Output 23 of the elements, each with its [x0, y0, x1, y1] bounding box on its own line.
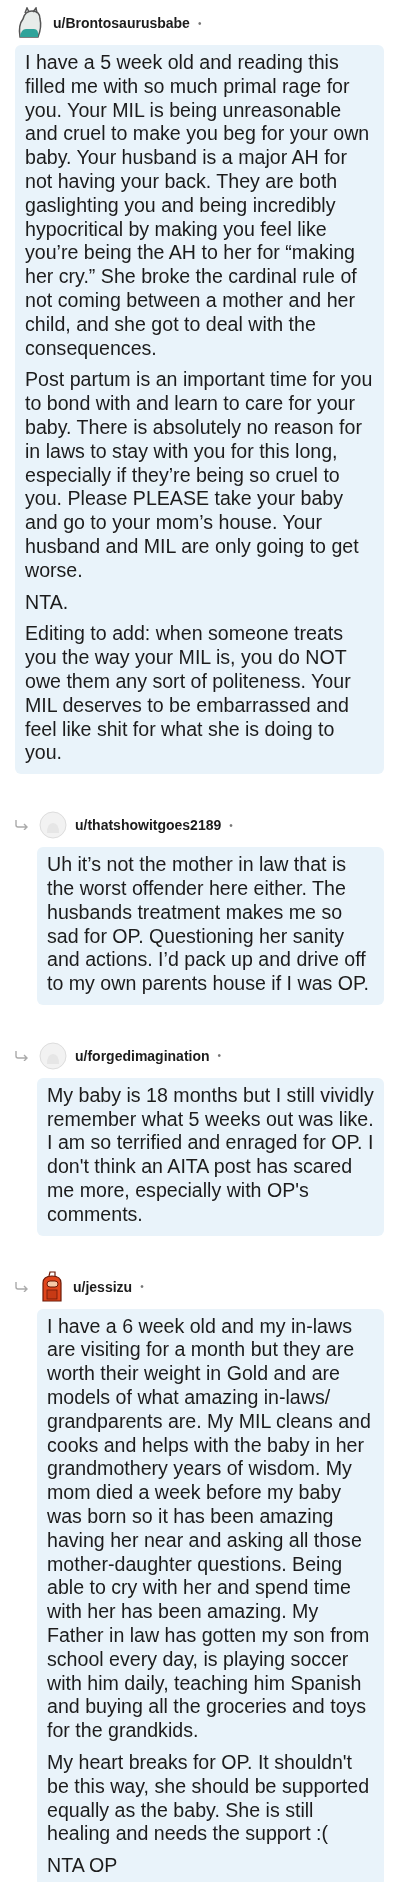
- comment-text: Post partum is an important time for you to bond with and learn to care for your baby. There is absolutely no reason for in laws to stay with you for this long, especially if they’re being so cruel to you. Please PLEASE take your baby and go to your mom’s house. Your husband and MIL are only going to get worse.: [25, 368, 374, 583]
- comment-text: Uh it’s not the mother in law that is the worst offender here either. The husbands treatment makes me so sad for OP. Questioning her sanity and actions. I’d pack up and drive off to my own parents house if I was OP.: [47, 853, 370, 996]
- separator-dot: •: [217, 1050, 222, 1062]
- separator-dot: •: [197, 17, 202, 29]
- comment-text: NTA.: [25, 590, 70, 615]
- username-link[interactable]: u/Brontosaurusbabe: [53, 15, 190, 31]
- comment-text: My baby is 18 months but I still vividly remember what 5 weeks out was like. I am so terrified and enraged for OP. I don't think an AITA post has scared me more, especially with OP's comments.: [47, 1083, 374, 1227]
- username-link[interactable]: u/thatshowitgoes2189: [75, 817, 222, 834]
- avatar-icon: [39, 1270, 65, 1303]
- separator-dot: •: [140, 1281, 144, 1293]
- comment-text: My heart breaks for OP. It shouldn't be this way, she should be supported equally as the baby. She is still healing and needs the support :(: [47, 1751, 371, 1847]
- reply-arrow-icon: [15, 1050, 29, 1061]
- reply-arrow-icon: [15, 820, 29, 831]
- comment-text: I have a 6 week old and my in-laws are visiting for a month but they are worth their weight in Gold and are models of what amazing in-laws/ grandparents are. My MIL cleans and cooks and helps with the baby in her grandmothery years of wisdom. My mom died a week before my baby was born so it has been amazing having her near and asking all those mother-daughter questions. Being able to cry with her and spend time with her has been amazing. My Father in law has gotten my son from school every day, is playing soccer with him daily, teaching him Spanish and buying all the groceries and toys for the grandkids.: [47, 1314, 372, 1743]
- avatar-icon: [39, 811, 67, 840]
- comment-text: Editing to add: when someone treats you the way your MIL is, you do NOT owe them any sort of politeness. Your MIL deserves to be embarrassed and feel like shit for what she is doing to you.: [25, 622, 352, 766]
- username-link[interactable]: u/forgedimagination: [75, 1047, 210, 1064]
- separator-dot: •: [229, 819, 233, 831]
- comment-text: I have a 5 week old and reading this filled me with so much primal rage for you. Your MIL is being unreasonable and cruel to make you beg for your own baby. Your husband is a major AH for not having your back. They are both gaslighting you and being incredibly hypocritical by making you feel like you’re being the AH to her for “making her cry.” She broke the cardinal rule of not coming between a mother and her child, and she got to deal with the consequences.: [25, 51, 371, 361]
- comment-text: NTA OP: [47, 1854, 119, 1878]
- reply-arrow-icon: [15, 1281, 29, 1292]
- username-link[interactable]: u/jessizu: [73, 1278, 133, 1295]
- avatar-icon: [39, 1041, 67, 1070]
